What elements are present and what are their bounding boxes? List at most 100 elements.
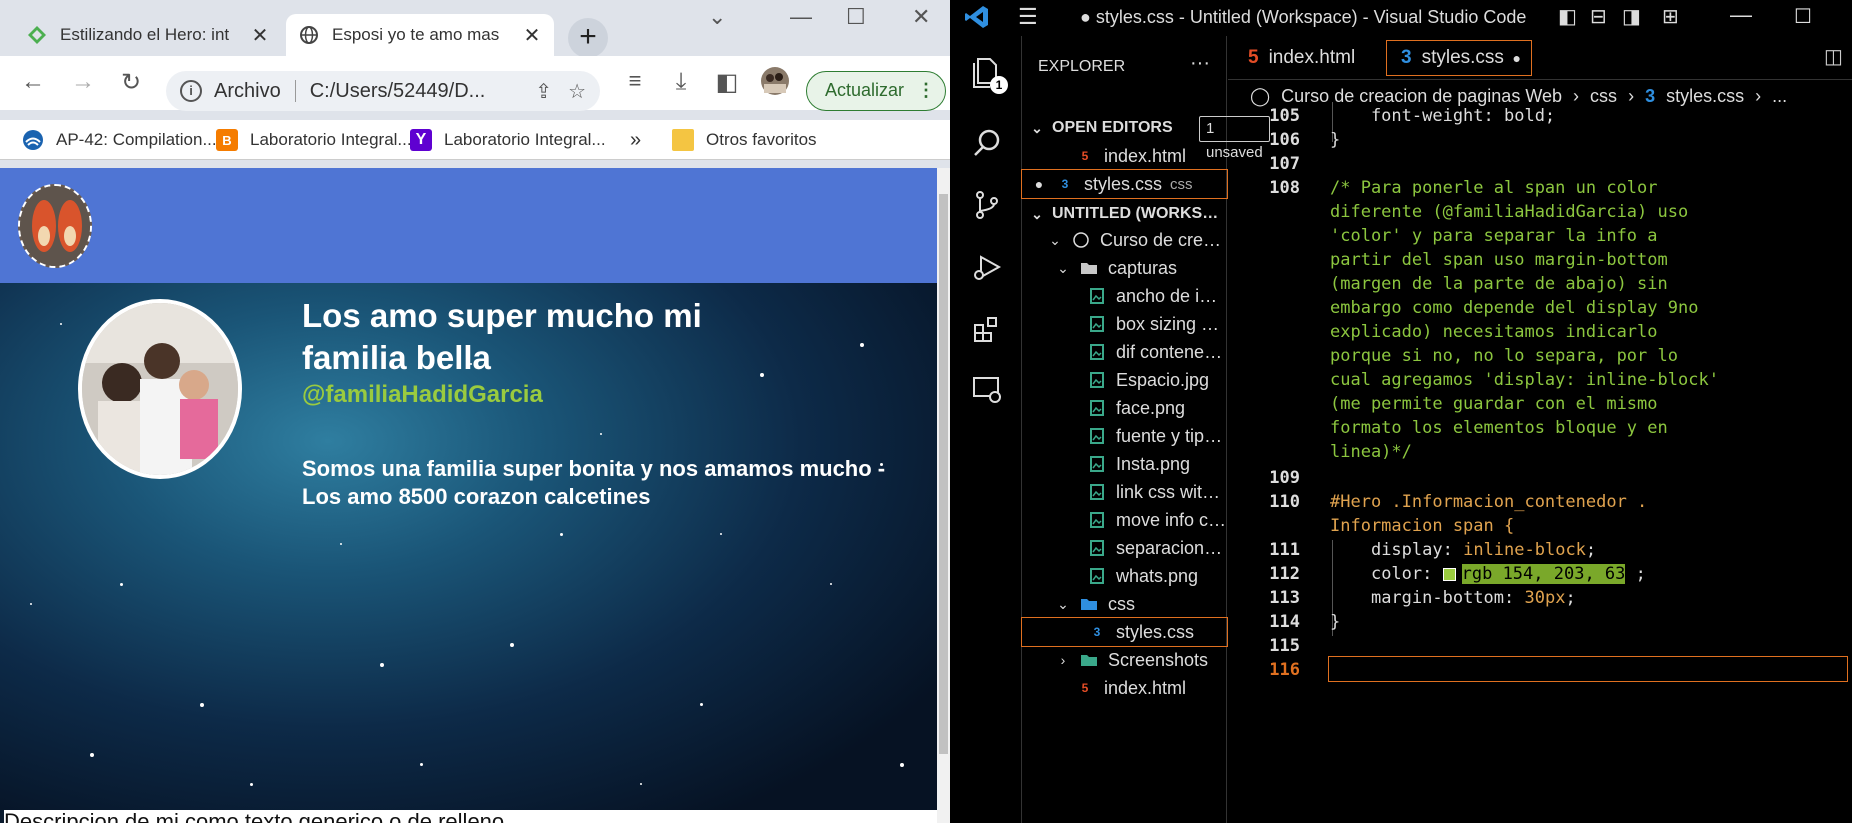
- shoes-logo-image[interactable]: [18, 184, 92, 268]
- tab-label: styles.css: [1421, 47, 1504, 68]
- split-editor-icon[interactable]: ◫: [1824, 44, 1843, 69]
- minimize-icon[interactable]: —: [1730, 2, 1752, 28]
- section-label: UNTITLED (WORKSPACE): [1052, 205, 1227, 222]
- extensions-icon[interactable]: [968, 310, 1006, 348]
- image-file-icon: [1088, 567, 1106, 585]
- menu-icon[interactable]: ☰: [1018, 4, 1038, 30]
- bookmark-item[interactable]: AP-42: Compilation...: [22, 129, 217, 151]
- window-title: ● styles.css - Untitled (Workspace) - Vi…: [1080, 7, 1527, 27]
- html-file-icon: 5: [1081, 149, 1089, 163]
- comment-line: (margen de la parte de abajo) sin: [1330, 274, 1668, 294]
- folder-screenshots[interactable]: › Screenshots: [1022, 646, 1227, 674]
- file-item[interactable]: ancho de img ...: [1022, 282, 1227, 310]
- open-editor-item[interactable]: 5 index.html: [1022, 142, 1227, 170]
- bookmark-item[interactable]: Y Laboratorio Integral...: [410, 129, 606, 151]
- close-icon[interactable]: ✕: [522, 23, 542, 48]
- update-label: Actualizar: [825, 80, 905, 100]
- hero-section: Los amo super mucho mi familia bella @fa…: [0, 283, 937, 810]
- code-editor[interactable]: 105 106 107 108 109 110 111 112 113 114 …: [1228, 102, 1852, 823]
- layout-icon[interactable]: ⊞: [1662, 4, 1679, 29]
- family-photo: [78, 299, 242, 479]
- epa-icon: [22, 129, 44, 151]
- bookmarks-overflow-icon[interactable]: »: [630, 129, 641, 152]
- minimize-icon[interactable]: —: [790, 4, 812, 30]
- file-item[interactable]: fuente y tipo d...: [1022, 422, 1227, 450]
- toggle-panel-icon[interactable]: ⊟: [1590, 4, 1607, 29]
- file-item[interactable]: move info cont...: [1022, 506, 1227, 534]
- explorer-badge: 1: [990, 76, 1008, 94]
- file-label: whats.png: [1116, 565, 1199, 586]
- color-swatch[interactable]: [1442, 567, 1456, 581]
- file-item[interactable]: whats.png: [1022, 562, 1227, 590]
- close-icon[interactable]: ✕: [250, 23, 270, 48]
- maximize-icon[interactable]: ☐: [846, 4, 866, 30]
- more-menu-icon[interactable]: ⋮: [917, 72, 935, 109]
- file-item[interactable]: 5 index.html: [1022, 674, 1227, 702]
- star: [860, 343, 864, 347]
- css-selector: Informacion span {: [1330, 516, 1515, 536]
- file-label: styles.css: [1084, 173, 1163, 194]
- file-item[interactable]: dif contenedor...: [1022, 338, 1227, 366]
- media-queue-icon[interactable]: ≡: [620, 68, 650, 94]
- file-item[interactable]: Insta.png: [1022, 450, 1227, 478]
- file-item[interactable]: link css with ht...: [1022, 478, 1227, 506]
- bookmark-item[interactable]: B Laboratorio Integral...: [216, 129, 412, 151]
- run-debug-icon[interactable]: [968, 248, 1006, 286]
- forward-arrow-icon[interactable]: →: [68, 68, 98, 96]
- star-icon[interactable]: ☆: [568, 79, 586, 104]
- line-number: 108: [1269, 178, 1300, 198]
- web-page: Los amo super mucho mi familia bella @fa…: [0, 168, 937, 823]
- browser-tab-1[interactable]: Estilizando el Hero: int ✕: [14, 14, 282, 56]
- search-icon[interactable]: [968, 124, 1006, 162]
- editor-tabs: 5 index.html 3 styles.css ● ◫: [1228, 36, 1852, 80]
- open-editors-section[interactable]: ⌄ OPEN EDITORS: [1022, 114, 1227, 142]
- comment-line: formato los elementos bloque y en: [1330, 418, 1668, 438]
- code-line: }: [1330, 612, 1341, 632]
- file-item[interactable]: box sizing bor...: [1022, 310, 1227, 338]
- other-bookmarks-folder[interactable]: Otros favoritos: [672, 129, 817, 151]
- line-number: 105: [1269, 106, 1300, 126]
- download-icon[interactable]: ⤓: [666, 68, 696, 96]
- file-item[interactable]: separacion img...: [1022, 534, 1227, 562]
- address-bar[interactable]: i Archivo C:/Users/52449/D... ⇪ ☆: [166, 71, 600, 111]
- toggle-sidebar-icon[interactable]: ◧: [1558, 4, 1577, 29]
- new-tab-button[interactable]: +: [568, 18, 608, 58]
- workspace-root-folder[interactable]: ⌄ Curso de creacion...: [1022, 226, 1227, 254]
- file-item[interactable]: face.png: [1022, 394, 1227, 422]
- folder-capturas[interactable]: ⌄ capturas: [1022, 254, 1227, 282]
- update-button[interactable]: Actualizar ⋮: [806, 71, 946, 111]
- browser-tab-2[interactable]: Esposi yo te amo mas ✕: [286, 14, 554, 56]
- file-item[interactable]: Espacio.jpg: [1022, 366, 1227, 394]
- css-property: color: [1370, 564, 1423, 584]
- tab-styles-css[interactable]: 3 styles.css ●: [1386, 40, 1532, 76]
- share-icon[interactable]: ⇪: [535, 79, 552, 104]
- folder-icon: [672, 129, 694, 151]
- image-file-icon: [1088, 399, 1106, 417]
- reload-icon[interactable]: ↻: [116, 68, 146, 97]
- file-label: fuente y tipo d...: [1116, 425, 1227, 446]
- open-editor-item[interactable]: ● 3 styles.css css: [1021, 169, 1228, 199]
- avatar[interactable]: [760, 66, 790, 103]
- explorer-files-icon[interactable]: 1: [968, 52, 1008, 94]
- page-scrollbar[interactable]: [937, 168, 950, 823]
- image-file-icon: [1088, 455, 1106, 473]
- back-arrow-icon[interactable]: ←: [18, 68, 48, 96]
- source-control-icon[interactable]: [968, 186, 1006, 224]
- remote-explorer-icon[interactable]: [968, 370, 1006, 408]
- dirty-dot-icon[interactable]: ●: [1513, 50, 1521, 66]
- workspace-section[interactable]: ⌄ UNTITLED (WORKSPACE): [1022, 200, 1227, 228]
- image-file-icon: [1088, 539, 1106, 557]
- folder-css[interactable]: ⌄ css: [1022, 590, 1227, 618]
- info-icon[interactable]: i: [180, 80, 202, 102]
- close-window-icon[interactable]: ✕: [912, 4, 930, 30]
- file-label: index.html: [1104, 677, 1187, 698]
- tab-label: index.html: [1268, 47, 1356, 68]
- maximize-icon[interactable]: ☐: [1794, 4, 1812, 29]
- toggle-secondary-sidebar-icon[interactable]: ◨: [1622, 4, 1641, 29]
- more-actions-icon[interactable]: ···: [1190, 52, 1210, 75]
- file-item[interactable]: 3 styles.css: [1021, 617, 1228, 647]
- scrollbar-thumb[interactable]: [939, 194, 948, 754]
- side-panel-icon[interactable]: ◧: [712, 68, 742, 97]
- tab-index-html[interactable]: 5 index.html: [1234, 40, 1369, 76]
- chevron-down-icon[interactable]: ⌄: [708, 4, 726, 30]
